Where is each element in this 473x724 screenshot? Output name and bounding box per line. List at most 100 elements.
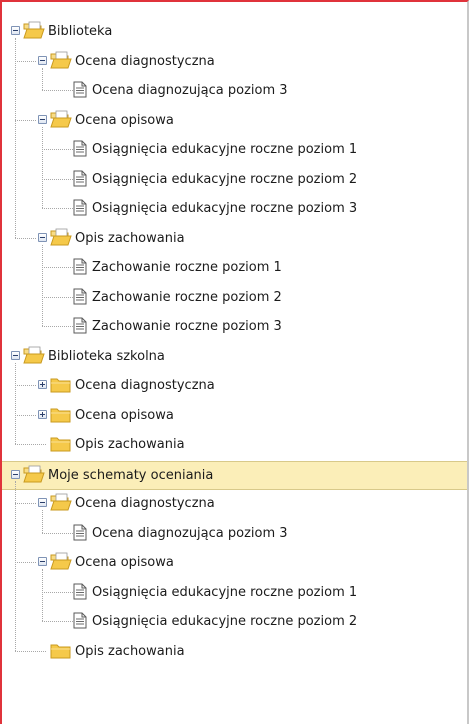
tree-document-node[interactable]: Ocena diagnozująca poziom 3 <box>2 520 467 550</box>
tree-connector-line <box>15 444 46 445</box>
tree-node-label: Moje schematy oceniania <box>48 467 214 483</box>
folder-open-icon <box>50 51 72 70</box>
tree-connector-line <box>42 532 73 534</box>
tree-node-label: Osiągnięcia edukacyjne roczne poziom 1 <box>92 142 358 157</box>
tree-connector-line <box>15 60 36 62</box>
collapse-toggle-icon[interactable] <box>38 557 47 566</box>
tree-node-label: Ocena opisowa <box>75 112 174 128</box>
tree-node-label: Biblioteka <box>48 24 113 39</box>
collapse-toggle-icon[interactable] <box>11 350 20 360</box>
tree-connector-line <box>42 591 73 593</box>
tree-node-label: Ocena diagnostyczna <box>75 378 215 393</box>
tree-node-label: Ocena diagnozująca poziom 3 <box>92 83 288 98</box>
tree-folder-node[interactable]: Opis zachowania <box>2 431 467 461</box>
tree-folder-node[interactable]: Ocena diagnostyczna <box>2 372 467 402</box>
tree-node-label: Opis zachowania <box>75 230 185 246</box>
folder-closed-icon <box>50 641 72 660</box>
tree-node-label: Osiągnięcia edukacyjne roczne poziom 3 <box>92 201 358 216</box>
tree-document-node[interactable]: Osiągnięcia edukacyjne roczne poziom 2 <box>2 166 467 196</box>
tree-folder-node[interactable]: Biblioteka <box>2 18 467 48</box>
tree-node-label: Biblioteka szkolna <box>48 348 165 364</box>
expand-toggle-icon[interactable] <box>38 409 47 419</box>
collapse-toggle-icon[interactable] <box>11 469 20 479</box>
folder-open-icon <box>23 21 45 40</box>
tree-connector-line <box>42 178 73 180</box>
tree-node-label: Zachowanie roczne poziom 2 <box>92 289 282 305</box>
tree-folder-node[interactable]: Biblioteka szkolna <box>2 343 467 373</box>
tree-connector-line <box>15 119 36 121</box>
tree-document-node[interactable]: Zachowanie roczne poziom 2 <box>2 284 467 314</box>
folder-open-icon <box>50 228 72 247</box>
tree-document-node[interactable]: Zachowanie roczne poziom 1 <box>2 254 467 284</box>
tree-connector-line <box>15 385 36 386</box>
tree-node-label: Opis zachowania <box>75 643 185 659</box>
tree-node-label: Opis zachowania <box>75 437 185 452</box>
document-icon <box>73 258 87 275</box>
tree-node-label: Ocena opisowa <box>75 407 174 423</box>
document-icon <box>73 288 87 305</box>
tree-connector-line <box>42 208 73 209</box>
tree-view-panel: Biblioteka Ocena diagnostyczna Ocena diagn… <box>0 0 469 724</box>
tree-folder-node[interactable]: Ocena opisowa <box>2 549 467 579</box>
folder-open-icon <box>23 346 45 365</box>
tree-document-node[interactable]: Osiągnięcia edukacyjne roczne poziom 3 <box>2 195 467 225</box>
tree-connector-line <box>15 414 36 416</box>
tree-connector-line <box>15 562 36 563</box>
folder-closed-icon <box>50 434 72 453</box>
tree-node-label: Osiągnięcia edukacyjne roczne poziom 2 <box>92 171 358 187</box>
tree-folder-node[interactable]: Ocena diagnostyczna <box>2 48 467 78</box>
tree-guide-line <box>42 244 43 326</box>
tree-guide-line <box>42 67 43 90</box>
folder-open-icon <box>23 465 45 484</box>
tree-node-label: Ocena diagnostyczna <box>75 53 215 69</box>
document-icon <box>73 612 87 629</box>
tree-guide-line <box>15 480 16 651</box>
tree-document-node[interactable]: Zachowanie roczne poziom 3 <box>2 313 467 343</box>
tree-node-label: Osiągnięcia edukacyjne roczne poziom 2 <box>92 614 358 629</box>
tree-folder-node[interactable]: Ocena opisowa <box>2 402 467 432</box>
document-icon <box>73 583 87 600</box>
tree-connector-line <box>42 267 73 268</box>
folder-open-icon <box>50 110 72 129</box>
folder-open-icon <box>50 552 72 571</box>
collapse-toggle-icon[interactable] <box>38 498 47 507</box>
tree-connector-line <box>42 621 73 622</box>
tree-connector-line <box>15 503 36 504</box>
collapse-toggle-icon[interactable] <box>38 232 47 242</box>
collapse-toggle-icon[interactable] <box>38 55 47 65</box>
tree-document-node[interactable]: Ocena diagnozująca poziom 3 <box>2 77 467 107</box>
folder-closed-icon <box>50 375 72 394</box>
tree-document-node[interactable]: Osiągnięcia edukacyjne roczne poziom 1 <box>2 579 467 609</box>
tree-node-label: Zachowanie roczne poziom 3 <box>92 319 282 334</box>
tree-node-label: Ocena opisowa <box>75 555 174 570</box>
document-icon <box>73 170 87 187</box>
tree-connector-line <box>15 237 36 239</box>
tree-folder-node[interactable]: Ocena opisowa <box>2 107 467 137</box>
tree-folder-node[interactable]: Opis zachowania <box>2 225 467 255</box>
tree-document-node[interactable]: Osiągnięcia edukacyjne roczne poziom 2 <box>2 608 467 638</box>
document-icon <box>73 199 87 216</box>
tree-guide-line <box>42 510 43 533</box>
tree-folder-node[interactable]: Opis zachowania <box>2 638 467 668</box>
collapse-toggle-icon[interactable] <box>38 114 47 124</box>
tree-node-label: Ocena diagnozująca poziom 3 <box>92 525 288 541</box>
tree-connector-line <box>15 650 46 652</box>
document-icon <box>73 81 87 98</box>
tree-connector-line <box>42 326 73 327</box>
expand-toggle-icon[interactable] <box>38 380 47 389</box>
folder-closed-icon <box>50 405 72 424</box>
tree-folder-node[interactable]: Moje schematy oceniania <box>2 460 467 490</box>
tree-node-label: Zachowanie roczne poziom 1 <box>92 260 282 275</box>
tree-connector-line <box>42 149 73 150</box>
tree-connector-line <box>42 90 73 91</box>
tree-guide-line <box>42 126 43 208</box>
tree-connector-line <box>42 296 73 298</box>
tree-node-label: Osiągnięcia edukacyjne roczne poziom 1 <box>92 584 358 600</box>
tree-folder-node[interactable]: Ocena diagnostyczna <box>2 490 467 520</box>
collapse-toggle-icon[interactable] <box>11 26 20 35</box>
document-icon <box>73 524 87 541</box>
document-icon <box>73 140 87 157</box>
tree-guide-line <box>15 38 16 238</box>
tree-document-node[interactable]: Osiągnięcia edukacyjne roczne poziom 1 <box>2 136 467 166</box>
tree-guide-line <box>42 569 43 621</box>
